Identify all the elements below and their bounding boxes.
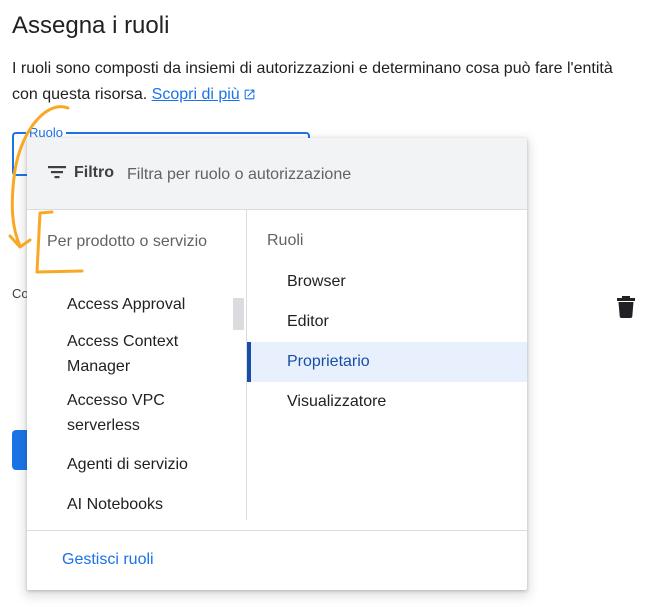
role-option-owner[interactable]: Proprietario	[247, 342, 527, 382]
role-option-editor[interactable]: Editor	[247, 302, 527, 342]
product-list-scrollbar[interactable]	[233, 298, 244, 330]
learn-more-label: Scopri di più	[151, 86, 240, 103]
product-item[interactable]: Access Approval	[67, 292, 237, 317]
learn-more-link[interactable]: Scopri di più	[152, 86, 256, 103]
filter-label: Filtro	[74, 164, 114, 181]
filter-icon	[48, 166, 66, 179]
manage-roles-link[interactable]: Gestisci ruoli	[62, 551, 154, 569]
product-item[interactable]: Access Context Manager	[67, 329, 237, 379]
product-item[interactable]: Accesso VPC serverless	[67, 388, 237, 438]
roles-heading: Ruoli	[267, 232, 304, 249]
role-picker-menu: Filtro Per prodotto o servizio Access Ap…	[27, 138, 527, 590]
page-title: Assegna i ruoli	[12, 12, 170, 39]
role-option-browser[interactable]: Browser	[247, 262, 527, 302]
external-link-icon	[244, 89, 255, 100]
footer-divider	[27, 530, 527, 531]
filter-input[interactable]	[125, 160, 509, 190]
description-text: I ruoli sono composti da insiemi di auto…	[12, 60, 613, 103]
delete-role-button[interactable]	[617, 296, 635, 323]
product-item[interactable]: AI Notebooks	[67, 492, 237, 517]
product-list-heading: Per prodotto o servizio	[47, 233, 208, 250]
filter-bar: Filtro	[27, 138, 527, 210]
trash-icon	[617, 296, 635, 319]
page-description: I ruoli sono composti da insiemi di auto…	[12, 56, 632, 108]
role-option-viewer[interactable]: Visualizzatore	[247, 382, 527, 422]
product-list: Per prodotto o servizio Access Approval …	[27, 210, 246, 520]
product-item[interactable]: Agenti di servizio	[67, 452, 237, 477]
